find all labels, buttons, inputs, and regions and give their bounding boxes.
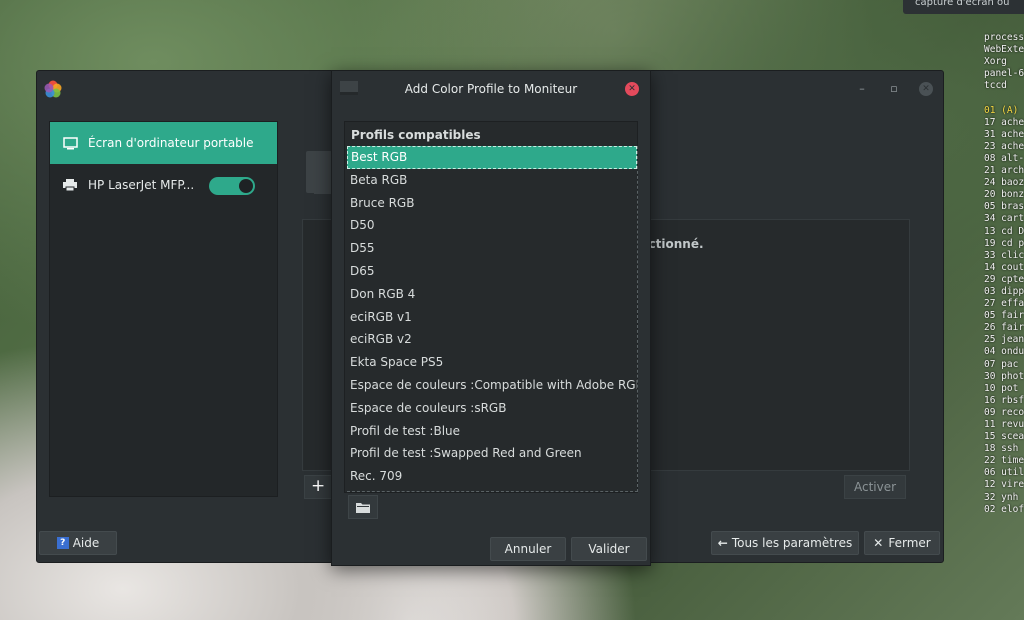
- notification-popup: capture d'écran ou: [903, 0, 1024, 14]
- add-profile-button[interactable]: +: [304, 475, 334, 499]
- terminal-line: 05 bras: [984, 201, 1024, 213]
- cancel-button[interactable]: Annuler: [490, 537, 566, 561]
- terminal-line: 30 phot: [984, 370, 1024, 382]
- profile-list-item[interactable]: Bruce RGB: [347, 192, 637, 215]
- sidebar-item-label: Écran d'ordinateur portable: [88, 136, 254, 150]
- sidebar-item-label: HP LaserJet MFP...: [88, 178, 195, 192]
- terminal-line: process: [984, 32, 1024, 43]
- profile-list-item[interactable]: Don RGB 4: [347, 283, 637, 306]
- profile-list-item[interactable]: Profil de test :Blue: [347, 420, 637, 443]
- profile-list-item[interactable]: eciRGB v2: [347, 328, 637, 351]
- profile-list-item[interactable]: D55: [347, 237, 637, 260]
- terminal-line: 27 effa: [984, 298, 1024, 310]
- add-profile-dialog: Add Color Profile to Moniteur ✕ Profils …: [331, 70, 651, 566]
- terminal-line: 01 (A): [984, 104, 1019, 116]
- maximize-button[interactable]: ▫: [887, 82, 901, 96]
- profile-list-item[interactable]: Espace de couleurs :sRGB: [347, 397, 637, 420]
- device-thumbnail: [306, 151, 332, 194]
- terminal-line: 32 ynh: [984, 491, 1019, 503]
- terminal-line: 25 jean: [984, 334, 1024, 346]
- minimize-button[interactable]: –: [855, 82, 869, 96]
- terminal-line: panel-6: [984, 68, 1024, 80]
- sidebar-item-laptop-screen[interactable]: Écran d'ordinateur portable: [50, 122, 277, 164]
- help-icon: ?: [56, 537, 69, 549]
- sidebar-item-printer[interactable]: HP LaserJet MFP...: [50, 164, 277, 206]
- arrow-left-icon: ←: [717, 536, 728, 550]
- list-header: Profils compatibles: [351, 128, 481, 142]
- terminal-line: 29 cpte: [984, 273, 1024, 285]
- terminal-line: 12 vire: [984, 479, 1024, 491]
- terminal-line: 18 ssh: [984, 443, 1019, 455]
- terminal-line: 07 pac: [984, 358, 1019, 370]
- terminal-line: 03 dipp: [984, 285, 1024, 297]
- terminal-output: process WebExte Xorg panel-6 tccd 01 (A) 17 ac…: [984, 32, 1024, 512]
- terminal-line: 09 reco: [984, 406, 1024, 418]
- all-settings-button[interactable]: ← Tous les paramètres: [711, 531, 859, 555]
- terminal-line: 19 cd p: [984, 237, 1024, 249]
- terminal-line: 17 ache: [984, 116, 1024, 128]
- all-settings-label: Tous les paramètres: [731, 536, 853, 550]
- monitor-icon: [62, 135, 78, 151]
- terminal-line: 13 cd D: [984, 225, 1024, 237]
- printer-enable-toggle[interactable]: [209, 177, 255, 195]
- terminal-line: 02 elof: [984, 503, 1024, 512]
- profile-list-item[interactable]: Espace de couleurs :Compatible with Adob…: [347, 374, 637, 397]
- profile-list-item[interactable]: Rec. 709: [347, 465, 637, 488]
- profile-list[interactable]: Best RGB Beta RGB Bruce RGB D50 D55 D65 Don RG…: [347, 146, 638, 492]
- terminal-line: 26 fair: [984, 322, 1024, 334]
- terminal-line: 31 ache: [984, 128, 1024, 140]
- close-icon: ✕: [873, 536, 884, 550]
- terminal-line: Xorg: [984, 56, 1007, 68]
- color-app-icon: [44, 80, 62, 98]
- profile-list-item[interactable]: Ekta Space PS5: [347, 351, 637, 374]
- terminal-line: 22 time: [984, 455, 1024, 467]
- profile-list-item[interactable]: eciRGB v1: [347, 306, 637, 329]
- close-label: Fermer: [888, 536, 931, 550]
- help-label: Aide: [72, 536, 100, 550]
- terminal-line: 16 rbsf: [984, 394, 1024, 406]
- profile-list-item[interactable]: Profil de test :Swapped Red and Green: [347, 442, 637, 465]
- import-file-button[interactable]: [348, 495, 378, 519]
- terminal-line: 14 cout: [984, 261, 1024, 273]
- profile-list-item[interactable]: Beta RGB: [347, 169, 637, 192]
- add-label: +: [311, 476, 326, 496]
- toggle-knob: [239, 179, 253, 193]
- terminal-line: 34 cart: [984, 213, 1024, 225]
- terminal-line: 33 clic: [984, 249, 1024, 261]
- terminal-line: 21 arch: [984, 165, 1024, 177]
- profile-list-item[interactable]: Best RGB: [347, 146, 637, 169]
- terminal-line: 06 util: [984, 467, 1024, 479]
- profile-list-item[interactable]: D50: [347, 214, 637, 237]
- help-button[interactable]: ? Aide: [39, 531, 117, 555]
- terminal-line: 23 ache: [984, 140, 1024, 152]
- terminal-line: 08 alt-: [984, 152, 1024, 164]
- terminal-line: tccd: [984, 80, 1007, 92]
- printer-icon: [62, 177, 78, 193]
- activate-button[interactable]: Activer: [844, 475, 906, 499]
- terminal-line: 24 baoz: [984, 177, 1024, 189]
- terminal-line: 20 bonz: [984, 189, 1024, 201]
- folder-icon: [356, 502, 370, 513]
- terminal-line: 15 scea: [984, 431, 1024, 443]
- dialog-title: Add Color Profile to Moniteur: [404, 82, 578, 96]
- dialog-close-button[interactable]: ✕: [625, 82, 639, 96]
- validate-button[interactable]: Valider: [571, 537, 647, 561]
- terminal-line: 05 fair: [984, 310, 1024, 322]
- window-close-button[interactable]: ✕: [919, 82, 933, 96]
- profile-list-item[interactable]: D65: [347, 260, 637, 283]
- close-button[interactable]: ✕ Fermer: [864, 531, 940, 555]
- device-sidebar: Écran d'ordinateur portable HP LaserJet …: [49, 121, 278, 497]
- terminal-line: 04 ondu: [984, 346, 1024, 358]
- terminal-line: 10 pot: [984, 382, 1019, 394]
- terminal-line: WebExte: [984, 44, 1024, 56]
- terminal-line: 11 revu: [984, 419, 1024, 430]
- notification-text: capture d'écran ou: [915, 0, 1010, 8]
- profile-list-box: Profils compatibles Best RGB Beta RGB Bruc…: [344, 121, 638, 493]
